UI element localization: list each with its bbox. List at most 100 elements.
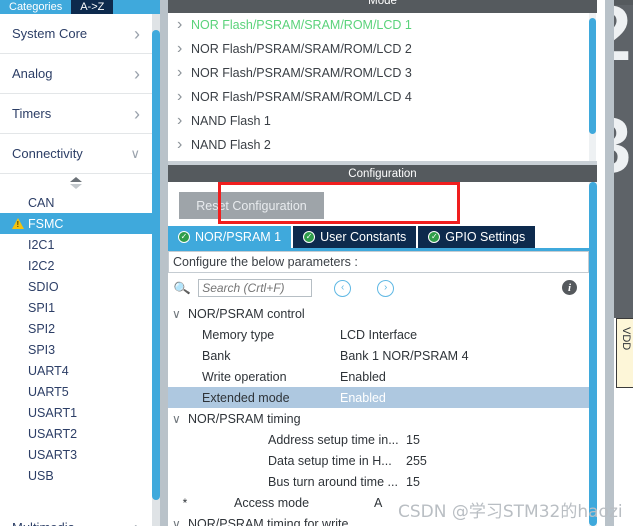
info-icon[interactable]: i	[562, 280, 577, 295]
param-group-nor-psram-control-label: NOR/PSRAM control	[188, 306, 305, 321]
sidebar-item-usart2[interactable]: USART2	[0, 423, 152, 444]
reset-configuration-label: Reset Configuration	[196, 198, 307, 213]
sidebar-item-analog[interactable]: Analog	[0, 54, 152, 94]
mode-item-nor4-label: NOR Flash/PSRAM/SRAM/ROM/LCD 4	[191, 90, 412, 104]
sidebar-item-timers[interactable]: Timers	[0, 94, 152, 134]
sidebar-item-i2c1[interactable]: I2C1	[0, 234, 152, 255]
right-panel-top-bar	[614, 0, 633, 5]
sidebar-item-analog-label: Analog	[12, 66, 53, 81]
configuration-scrollbar-thumb[interactable]	[589, 182, 597, 526]
app-window: Categories A->Z System Core Analog Timer…	[0, 0, 633, 526]
table-row[interactable]: Write operation Enabled	[168, 366, 589, 387]
chevron-right-icon[interactable]	[177, 41, 191, 57]
sidebar-item-spi2[interactable]: SPI2	[0, 318, 152, 339]
sidebar-item-spi1[interactable]: SPI1	[0, 297, 152, 318]
reset-configuration-button[interactable]: Reset Configuration	[179, 192, 324, 219]
sidebar-item-usart1[interactable]: USART1	[0, 402, 152, 423]
sidebar-splitter[interactable]	[160, 0, 168, 526]
table-row[interactable]: Address setup time in... 15	[168, 429, 589, 450]
table-row[interactable]: Bus turn around time ... 15	[168, 471, 589, 492]
mode-item-nor3[interactable]: NOR Flash/PSRAM/SRAM/ROM/LCD 3	[169, 61, 598, 85]
search-input[interactable]	[198, 279, 313, 297]
spinner-icon	[70, 177, 82, 189]
configuration-tab-bar: NOR/PSRAM 1 User Constants GPIO Settings	[168, 226, 589, 251]
chevron-down-icon[interactable]	[172, 308, 188, 320]
table-row[interactable]: Extended mode Enabled	[168, 387, 589, 408]
sidebar-item-uart5[interactable]: UART5	[0, 381, 152, 402]
table-row[interactable]: * Access mode A	[168, 492, 589, 513]
nav-next-button[interactable]: ›	[377, 279, 395, 297]
chevron-right-icon[interactable]	[177, 65, 191, 81]
chevron-right-icon[interactable]	[177, 137, 191, 153]
mode-item-nor4[interactable]: NOR Flash/PSRAM/SRAM/ROM/LCD 4	[169, 85, 598, 109]
param-value-extended-mode[interactable]: Enabled	[340, 390, 386, 405]
mode-item-nor2[interactable]: NOR Flash/PSRAM/SRAM/ROM/LCD 2	[169, 37, 598, 61]
param-value-bus-turn-around-time[interactable]: 15	[406, 475, 420, 489]
sidebar-item-system-core[interactable]: System Core	[0, 14, 152, 54]
tab-gpio-settings[interactable]: GPIO Settings	[418, 226, 536, 248]
param-group-nor-psram-timing-write[interactable]: NOR/PSRAM timing for write...	[168, 513, 589, 526]
sidebar-item-usart3[interactable]: USART3	[0, 444, 152, 465]
sidebar-item-fsmc[interactable]: FSMC	[0, 213, 152, 234]
sidebar-item-spi1-label: SPI1	[28, 300, 56, 315]
configure-parameters-label: Configure the below parameters :	[168, 251, 589, 273]
chevron-right-icon[interactable]	[177, 113, 191, 129]
table-row[interactable]: Bank Bank 1 NOR/PSRAM 4	[168, 345, 589, 366]
param-value-data-setup-time[interactable]: 255	[406, 454, 427, 468]
configure-parameters-text: Configure the below parameters :	[173, 255, 358, 269]
param-group-nor-psram-timing[interactable]: NOR/PSRAM timing	[168, 408, 589, 429]
sidebar-item-usart2-label: USART2	[28, 426, 78, 441]
sidebar-item-usb[interactable]: USB	[0, 465, 152, 486]
sidebar-item-system-core-label: System Core	[12, 26, 88, 41]
param-name-write-operation: Write operation	[202, 369, 287, 384]
sidebar-item-sdio[interactable]: SDIO	[0, 276, 152, 297]
category-list[interactable]: System Core Analog Timers Connectivity	[0, 14, 152, 526]
mode-list[interactable]: NOR Flash/PSRAM/SRAM/ROM/LCD 1 NOR Flash…	[168, 13, 598, 161]
table-row[interactable]: Memory type LCD Interface	[168, 324, 589, 345]
chevron-right-icon	[134, 25, 140, 43]
search-toolbar: 🔍 ‹ › i	[168, 275, 589, 301]
chevron-down-icon[interactable]	[172, 518, 188, 526]
chevron-right-icon	[134, 105, 140, 123]
sidebar-item-timers-label: Timers	[12, 106, 52, 121]
param-value-write-operation[interactable]: Enabled	[340, 370, 386, 384]
sidebar-item-spi2-label: SPI2	[28, 321, 56, 336]
param-value-access-mode[interactable]: A	[374, 496, 382, 510]
chevron-right-icon[interactable]	[177, 89, 191, 105]
mode-item-nor2-label: NOR Flash/PSRAM/SRAM/ROM/LCD 2	[191, 42, 412, 56]
main-splitter[interactable]	[605, 0, 614, 526]
chevron-down-icon[interactable]	[172, 413, 188, 425]
sidebar-item-connectivity[interactable]: Connectivity	[0, 134, 152, 174]
sidebar-item-i2c2[interactable]: I2C2	[0, 255, 152, 276]
tab-nor-psram-1[interactable]: NOR/PSRAM 1	[168, 226, 292, 248]
big-number-3: 3	[614, 106, 631, 184]
param-value-bank[interactable]: Bank 1 NOR/PSRAM 4	[340, 349, 469, 363]
parameter-tree[interactable]: NOR/PSRAM control Memory type LCD Interf…	[168, 303, 589, 526]
tab-categories[interactable]: Categories	[0, 0, 72, 14]
mode-item-nand2[interactable]: NAND Flash 2	[169, 133, 598, 157]
sidebar-item-can[interactable]: CAN	[0, 192, 152, 213]
chevron-right-icon[interactable]	[177, 17, 191, 33]
scroll-spinner[interactable]	[0, 174, 152, 192]
nav-next-label: ›	[384, 282, 388, 293]
mode-item-nand1[interactable]: NAND Flash 1	[169, 109, 598, 133]
param-group-nor-psram-control[interactable]: NOR/PSRAM control	[168, 303, 589, 324]
sidebar-item-uart4[interactable]: UART4	[0, 360, 152, 381]
sidebar-item-spi3[interactable]: SPI3	[0, 339, 152, 360]
mode-scrollbar-thumb[interactable]	[589, 18, 596, 134]
param-value-memory-type[interactable]: LCD Interface	[340, 328, 417, 342]
sidebar-scrollbar-thumb[interactable]	[152, 30, 160, 500]
param-value-address-setup-time[interactable]: 15	[406, 433, 420, 447]
nav-previous-button[interactable]: ‹	[334, 279, 352, 297]
mode-item-nor1[interactable]: NOR Flash/PSRAM/SRAM/ROM/LCD 1	[169, 13, 598, 37]
mode-item-nand2-label: NAND Flash 2	[191, 138, 271, 152]
pin-tooltip-text: VDD	[620, 327, 632, 351]
tab-user-constants[interactable]: User Constants	[293, 226, 417, 248]
sidebar-item-usb-label: USB	[28, 468, 54, 483]
table-row[interactable]: Data setup time in H... 255	[168, 450, 589, 471]
sidebar-item-multimedia[interactable]: Multimedia	[0, 508, 152, 526]
sidebar-item-connectivity-label: Connectivity	[12, 146, 83, 161]
tab-a-to-z[interactable]: A->Z	[71, 0, 114, 14]
sidebar: Categories A->Z System Core Analog Timer…	[0, 0, 160, 526]
warning-triangle-icon	[12, 218, 24, 229]
